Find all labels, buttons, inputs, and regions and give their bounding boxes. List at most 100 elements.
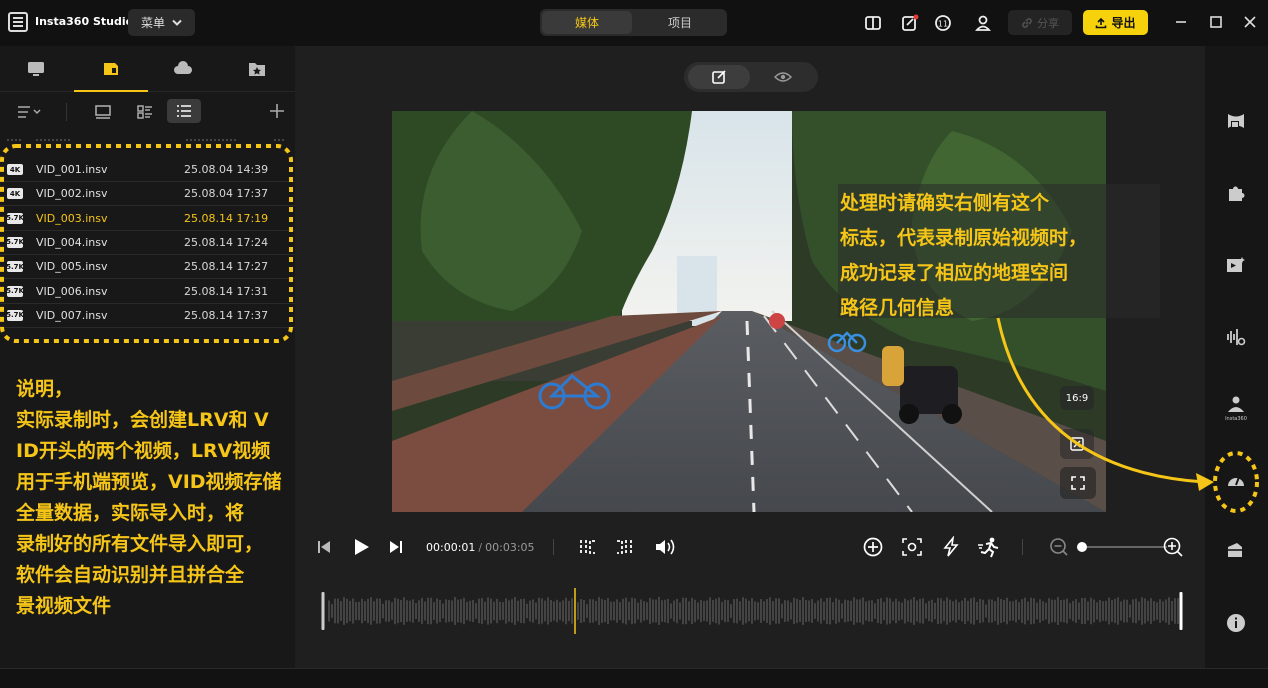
preview-mode-button[interactable] [752, 65, 814, 89]
sort-icon[interactable] [16, 104, 46, 120]
list-view-button[interactable] [167, 99, 201, 123]
sd-card-icon[interactable] [100, 58, 122, 80]
file-date: 25.08.04 14:39 [184, 163, 269, 176]
running-person-icon[interactable] [977, 536, 1001, 558]
mark-out-icon[interactable] [614, 536, 634, 558]
note-line: 用于手机端预览，VID视频存储 [16, 471, 282, 493]
crop-exit-button[interactable] [1060, 429, 1094, 459]
share-button[interactable]: 分享 [1008, 10, 1072, 35]
file-row[interactable]: 5.7K VID_004.insv 25.08.14 17:24 [0, 231, 295, 255]
add-icon[interactable] [268, 102, 286, 120]
file-name: VID_006.insv [36, 284, 108, 298]
svg-text:Insta360: Insta360 [1225, 416, 1247, 422]
version-badge-icon[interactable]: 11 [934, 14, 952, 32]
zoom-in-icon[interactable] [1162, 536, 1184, 558]
active-tab-indicator [74, 90, 148, 92]
title-bar: Insta360 Studio 菜单 媒体 项目 11 分享 导出 [0, 0, 1268, 46]
volume-icon[interactable] [654, 536, 676, 558]
file-row[interactable]: 5.7K VID_005.insv 25.08.14 17:27 [0, 255, 295, 280]
insta360-person-icon[interactable]: Insta360 [1225, 394, 1247, 422]
resolution-badge: 5.7K [6, 212, 24, 224]
file-row[interactable]: 5.7K VID_003.insv 25.08.14 17:19 [0, 207, 295, 231]
aspect-ratio-button[interactable]: 16:9 [1060, 386, 1094, 410]
fullscreen-button[interactable] [1060, 467, 1096, 499]
zoom-slider-thumb[interactable] [1077, 542, 1087, 552]
file-row[interactable]: 5.7K VID_007.insv 25.08.14 17:37 [0, 304, 295, 328]
current-time: 00:00:01 [426, 540, 476, 554]
favorite-folder-icon[interactable] [246, 58, 268, 80]
menu-dropdown[interactable]: 菜单 [128, 9, 195, 36]
resolution-badge: 4K [7, 188, 23, 200]
right-note-box: 处理时请确实右侧有这个 标志，代表录制原始视频时， 成功记录了相应的地理空间 路径几何… [838, 184, 1160, 319]
app-window: Insta360 Studio 菜单 媒体 项目 11 分享 导出 4K VID… [0, 0, 1268, 688]
file-name: VID_002.insv [36, 187, 108, 201]
video-effects-icon[interactable] [1225, 254, 1247, 276]
book-icon[interactable] [864, 14, 882, 32]
tab-media[interactable]: 媒体 [542, 11, 632, 34]
zoom-out-icon[interactable] [1049, 536, 1069, 558]
user-icon[interactable] [974, 14, 992, 32]
resolution-badge: 5.7K [6, 261, 24, 273]
audio-settings-icon[interactable] [1225, 326, 1247, 348]
link-icon [1022, 17, 1032, 28]
file-name: VID_003.insv [36, 211, 108, 225]
file-name: VID_005.insv [36, 260, 108, 274]
timeline-track[interactable] [315, 586, 1185, 636]
file-date: 25.08.14 17:19 [184, 211, 269, 225]
cloud-icon[interactable] [172, 58, 194, 80]
left-explanation-note: 说明， 实际录制时，会创建LRV和 V ID开头的两个视频，LRV视频 用于手机端预览… [16, 374, 346, 622]
note-line: 标志，代表录制原始视频时， [840, 227, 1088, 249]
close-icon[interactable] [1242, 14, 1258, 30]
file-row[interactable]: 5.7K VID_006.insv 25.08.14 17:31 [0, 280, 295, 304]
fullscreen-icon [1071, 476, 1085, 490]
video-frame-icon[interactable] [1225, 110, 1247, 132]
media-stack-icon[interactable] [1225, 539, 1247, 561]
computer-icon[interactable] [25, 58, 47, 80]
file-row[interactable]: 4K VID_002.insv 25.08.04 17:37 [0, 182, 295, 207]
tab-project[interactable]: 项目 [635, 11, 725, 34]
play-icon[interactable] [353, 536, 371, 558]
preview-mode-switch [684, 62, 818, 92]
file-row[interactable]: 4K VID_001.insv 25.08.04 14:39 [0, 158, 295, 182]
view-toolbar [0, 94, 295, 130]
divider [1022, 539, 1023, 555]
edit-mode-button[interactable] [688, 65, 750, 89]
gps-dashboard-icon[interactable] [1225, 469, 1247, 491]
minimize-icon[interactable] [1173, 14, 1189, 30]
maximize-icon[interactable] [1208, 14, 1224, 30]
list-view-icon [177, 105, 191, 117]
share-label: 分享 [1037, 16, 1059, 30]
note-line: 成功记录了相应的地理空间 [840, 262, 1069, 284]
info-icon[interactable] [1225, 612, 1247, 634]
note-line: 说明， [16, 378, 74, 400]
note-line: 录制好的所有文件导入即可， [16, 533, 264, 555]
mark-in-icon[interactable] [578, 536, 598, 558]
note-line: 实际录制时，会创建LRV和 V [16, 409, 269, 431]
ai-track-icon[interactable] [901, 536, 923, 558]
app-title: Insta360 Studio [35, 15, 134, 28]
menu-label: 菜单 [140, 16, 165, 30]
puzzle-plugin-icon[interactable] [1225, 182, 1247, 204]
note-line: 全量数据，实际导入时，将 [16, 502, 245, 524]
note-line: ID开头的两个视频，LRV视频 [16, 440, 271, 462]
file-date: 25.08.14 17:31 [184, 284, 269, 298]
thumbnail-view-icon[interactable] [94, 104, 112, 120]
edit-notification-icon[interactable] [901, 14, 919, 32]
divider [66, 103, 67, 121]
add-keyframe-icon[interactable] [862, 536, 884, 558]
time-separator: / [478, 540, 483, 554]
file-name: VID_004.insv [36, 235, 108, 249]
skip-forward-icon[interactable] [389, 536, 403, 558]
right-explanation-note: 处理时请确实右侧有这个 标志，代表录制原始视频时， 成功记录了相应的地理空间 路径几何… [840, 186, 1160, 326]
flash-icon[interactable] [940, 536, 962, 558]
trim-handle[interactable] [1179, 592, 1183, 630]
zoom-slider[interactable] [1077, 546, 1167, 548]
file-date: 25.08.04 17:37 [184, 187, 269, 201]
note-line: 路径几何信息 [840, 297, 955, 319]
grid-view-icon[interactable] [136, 104, 154, 120]
resolution-badge: 4K [7, 164, 23, 175]
export-button[interactable]: 导出 [1083, 10, 1148, 35]
time-display: 00:00:01 / 00:03:05 [426, 536, 535, 558]
app-logo-icon [8, 12, 28, 32]
timeline-waveform [315, 586, 1185, 636]
